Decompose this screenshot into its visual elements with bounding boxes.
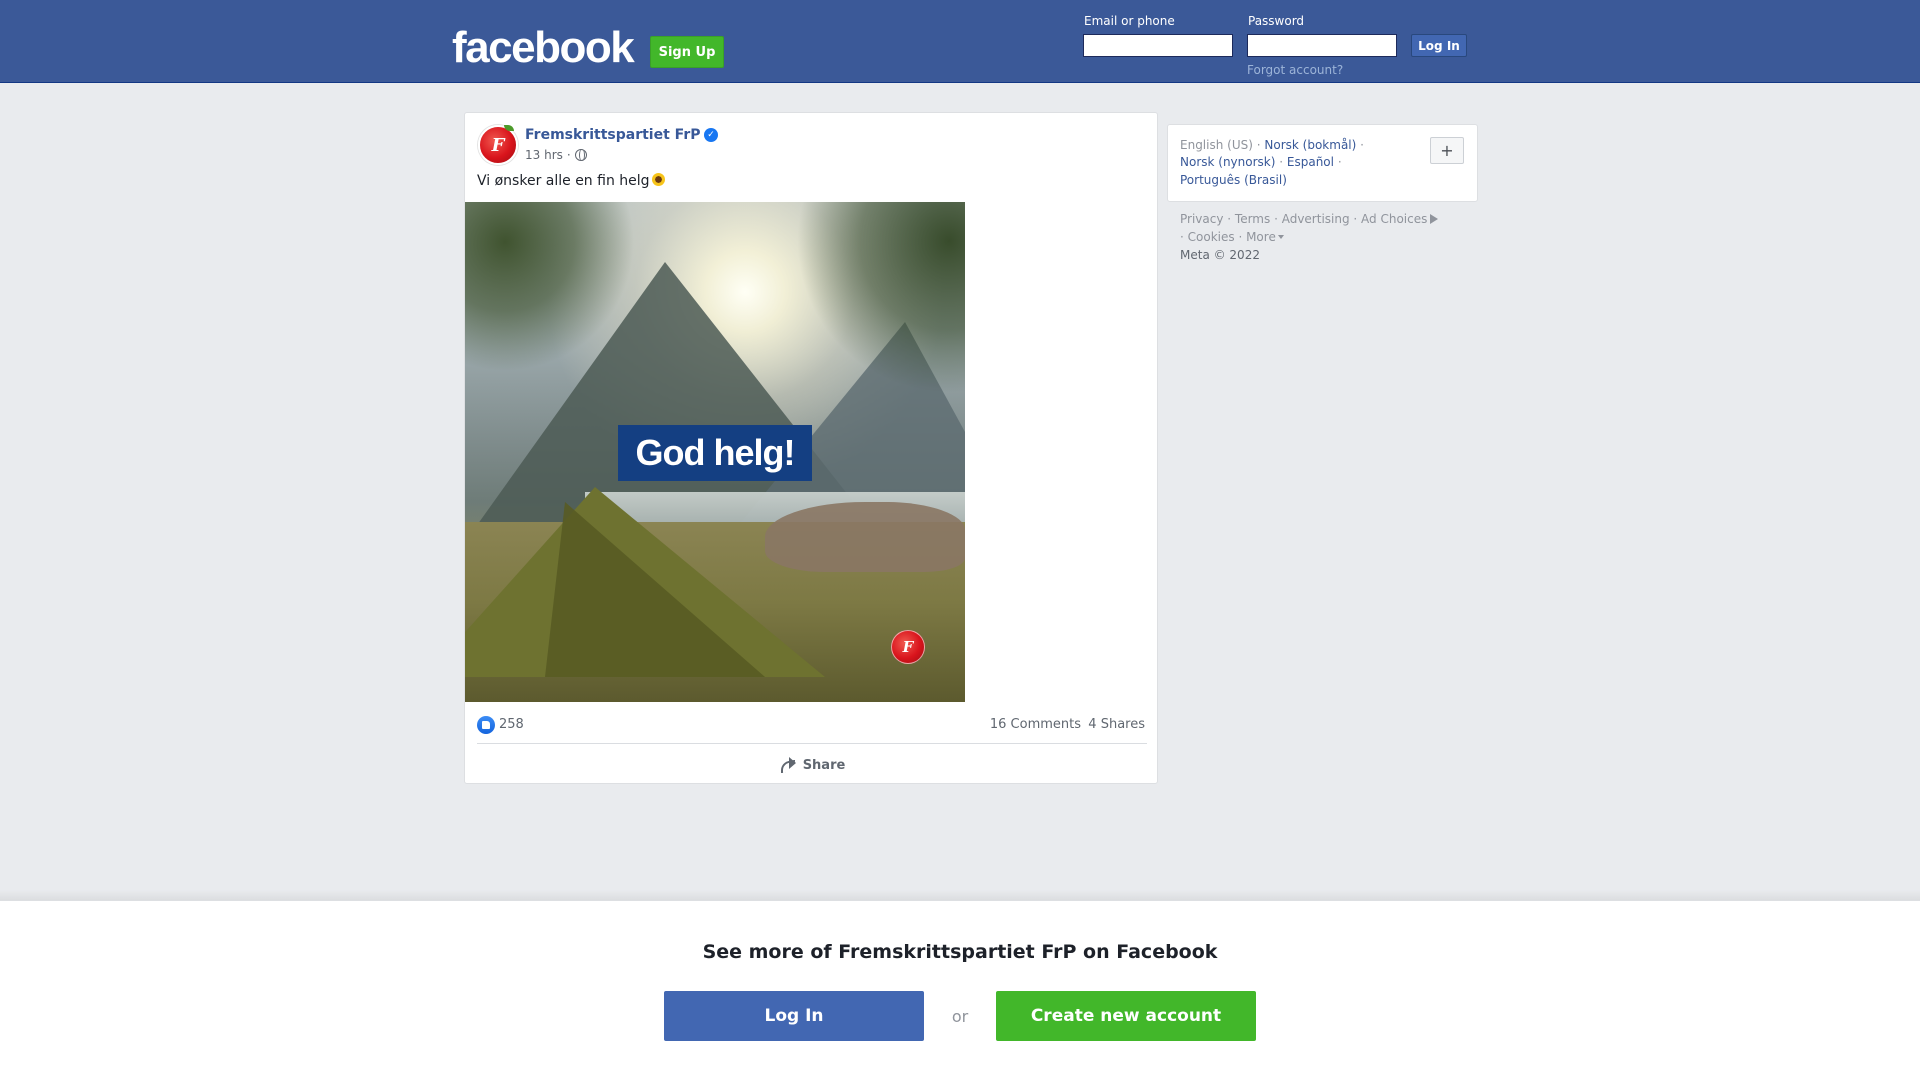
- footer-terms-link[interactable]: Terms: [1235, 212, 1270, 226]
- banner-login-button[interactable]: Log In: [664, 991, 924, 1041]
- post-text-content: Vi ønsker alle en fin helg: [477, 173, 650, 189]
- copyright: Meta © 2022: [1180, 248, 1260, 262]
- banner-title: See more of Fremskrittspartiet FrP on Fa…: [702, 941, 1218, 963]
- like-count[interactable]: 258: [499, 717, 524, 732]
- facebook-logo[interactable]: facebook: [452, 26, 635, 70]
- password-field[interactable]: [1247, 34, 1397, 57]
- footer-privacy-link[interactable]: Privacy: [1180, 212, 1223, 226]
- post-timestamp[interactable]: 13 hrs: [525, 148, 563, 162]
- post-meta: 13 hrs ·: [525, 148, 587, 162]
- forgot-account-link[interactable]: Forgot account?: [1247, 63, 1343, 77]
- footer-row-2: · Cookies · More: [1180, 228, 1480, 246]
- shares-count[interactable]: 4 Shares: [1088, 717, 1145, 732]
- lang-row-3: Português (Brasil): [1180, 172, 1287, 189]
- language-selector-card: English (US) · Norsk (bokmål) · Norsk (n…: [1167, 124, 1478, 202]
- password-label: Password: [1248, 14, 1305, 28]
- globe-icon: [574, 149, 587, 161]
- post-text: Vi ønsker alle en fin helg: [477, 173, 665, 189]
- post-image[interactable]: God helg! F: [465, 202, 965, 702]
- footer-cookies-link[interactable]: Cookies: [1188, 230, 1235, 244]
- post-card: F Fremskrittspartiet FrP ✓ 13 hrs · Vi ø…: [464, 112, 1158, 784]
- email-field[interactable]: [1083, 34, 1233, 57]
- post-stats: 258 16 Comments 4 Shares: [477, 715, 1145, 735]
- share-button[interactable]: Share: [477, 751, 1147, 779]
- image-caption: God helg!: [635, 432, 796, 473]
- tree-branches-shape: [465, 202, 645, 382]
- footer-row-1: Privacy · Terms · Advertising · Ad Choic…: [1180, 210, 1480, 228]
- caret-down-icon: [1277, 235, 1284, 239]
- apple-leaf-icon: [504, 125, 514, 131]
- banner-shadow: [0, 890, 1920, 900]
- image-caption-box: God helg!: [618, 425, 812, 481]
- page-avatar[interactable]: F: [478, 125, 518, 165]
- footer-links: Privacy · Terms · Advertising · Ad Choic…: [1180, 210, 1480, 264]
- tree-branches-shape: [795, 202, 965, 402]
- footer-adchoices-link[interactable]: Ad Choices: [1361, 212, 1427, 226]
- share-label: Share: [802, 757, 846, 773]
- lang-row-1: English (US) · Norsk (bokmål) ·: [1180, 138, 1364, 152]
- page-name-link[interactable]: Fremskrittspartiet FrP: [525, 127, 700, 143]
- language-link-portugues[interactable]: Português (Brasil): [1180, 173, 1287, 187]
- sunflower-icon: [651, 173, 665, 186]
- language-link-norsk-bokmal[interactable]: Norsk (bokmål): [1264, 138, 1356, 152]
- adchoices-icon: [1430, 214, 1439, 224]
- language-link-espanol[interactable]: Español: [1287, 155, 1334, 169]
- frp-logo-icon: F: [891, 630, 925, 664]
- language-link-norsk-nynorsk[interactable]: Norsk (nynorsk): [1180, 155, 1275, 169]
- current-language: English (US): [1180, 138, 1253, 152]
- more-languages-button[interactable]: +: [1430, 137, 1464, 164]
- share-arrow-icon: [779, 757, 797, 772]
- footer-more-link[interactable]: More: [1246, 230, 1276, 244]
- comments-count[interactable]: 16 Comments: [990, 717, 1081, 732]
- lang-row-2: Norsk (nynorsk) · Español ·: [1180, 155, 1342, 169]
- banner-or-text: or: [951, 1006, 969, 1026]
- email-label: Email or phone: [1084, 14, 1175, 28]
- login-prompt-banner: See more of Fremskrittspartiet FrP on Fa…: [0, 900, 1920, 1080]
- action-divider: [477, 743, 1147, 744]
- meta-separator: ·: [566, 148, 571, 162]
- header-login-button[interactable]: Log In: [1411, 34, 1467, 57]
- verified-badge-icon: ✓: [704, 128, 718, 142]
- avatar-letter: F: [491, 134, 505, 156]
- top-navbar: facebook Sign Up Email or phone Password…: [0, 0, 1920, 83]
- signup-button[interactable]: Sign Up: [650, 36, 724, 68]
- tent-shade-shape: [545, 502, 765, 677]
- create-account-button[interactable]: Create new account: [996, 991, 1256, 1041]
- like-reaction-icon[interactable]: [477, 716, 495, 734]
- footer-advertising-link[interactable]: Advertising: [1282, 212, 1350, 226]
